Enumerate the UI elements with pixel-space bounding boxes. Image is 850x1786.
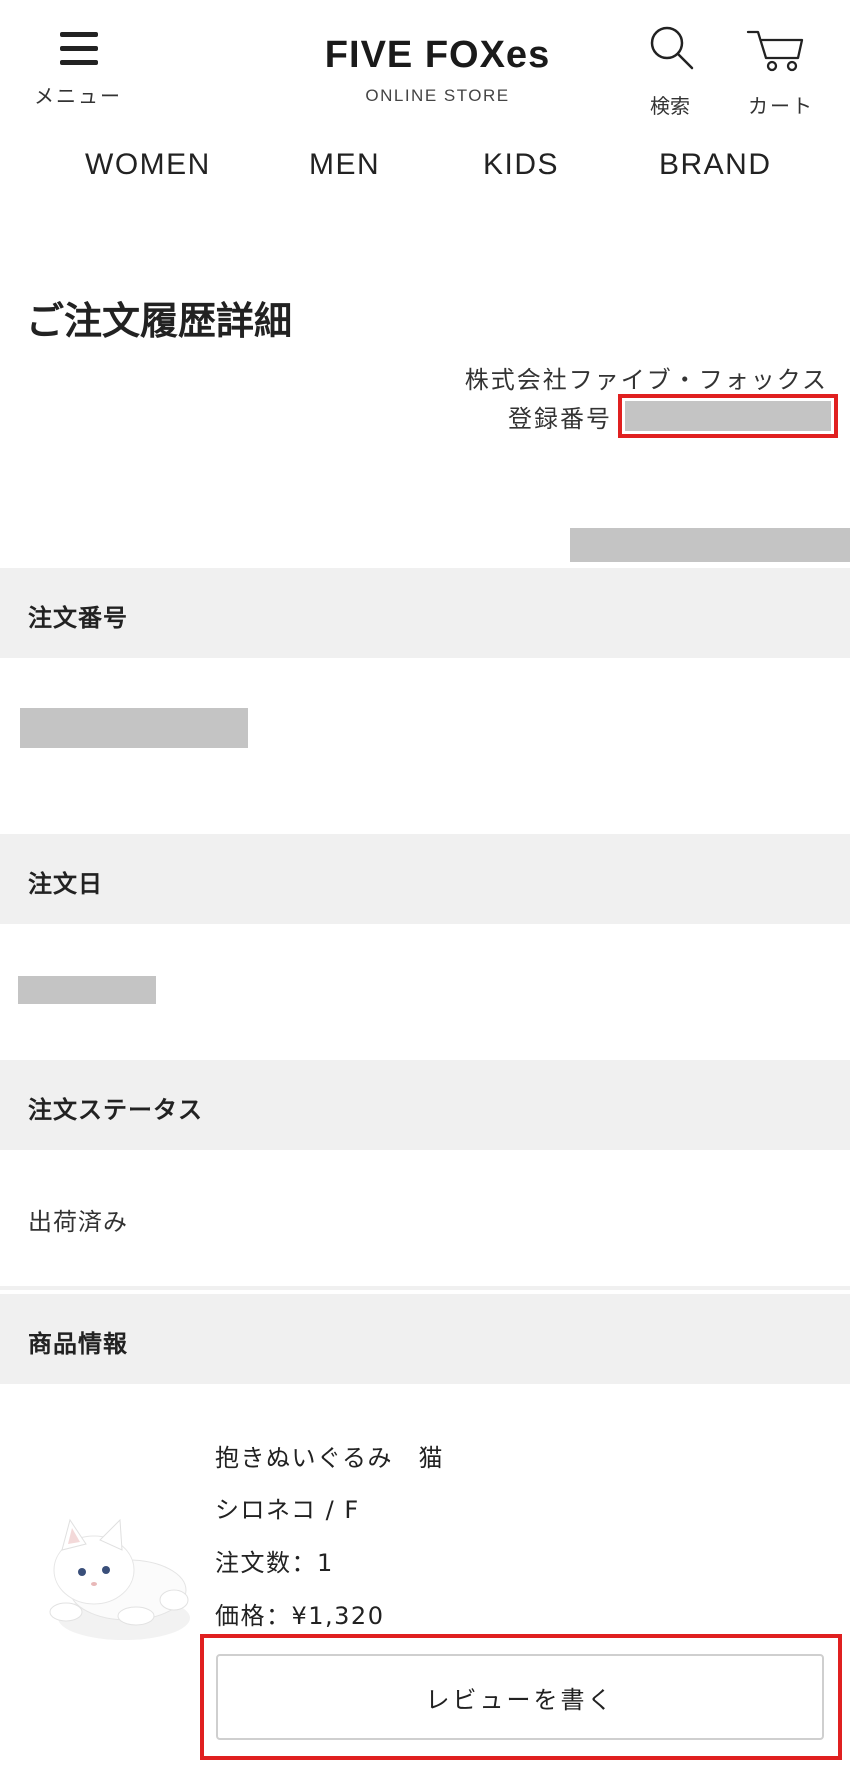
site-header: メニュー FIVE FOXes ONLINE STORE 検索 カート	[0, 0, 850, 130]
nav-item-women[interactable]: WOMEN	[85, 148, 211, 182]
product-info-header: 商品情報	[0, 1294, 850, 1384]
write-review-button[interactable]: レビューを書く	[216, 1654, 824, 1740]
order-number-heading: 注文番号	[28, 604, 128, 632]
menu-button[interactable]: メニュー	[28, 28, 128, 114]
search-button[interactable]: 検索	[630, 24, 710, 120]
search-icon	[650, 26, 694, 70]
order-status-value: 出荷済み	[28, 1208, 128, 1236]
company-name: 株式会社ファイブ・フォックス	[464, 366, 828, 394]
product-variant: シロネコ / F	[215, 1496, 360, 1524]
cat-plush-image	[49, 1518, 190, 1640]
product-info-heading: 商品情報	[28, 1330, 128, 1358]
product-name[interactable]: 抱きぬいぐるみ 猫	[215, 1438, 444, 1473]
order-number-redacted	[20, 708, 248, 748]
hamburger-icon	[60, 32, 98, 66]
logo-subtext: ONLINE STORE	[365, 86, 510, 105]
nav-item-kids[interactable]: KIDS	[483, 148, 559, 182]
divider	[0, 1286, 850, 1290]
product-image[interactable]	[24, 1440, 196, 1688]
search-label: 検索	[650, 94, 690, 118]
registration-row: 登録番号	[508, 394, 838, 438]
cart-icon	[746, 30, 804, 72]
cart-label: カート	[748, 94, 814, 118]
order-status-header: 注文ステータス	[0, 1060, 850, 1150]
page-title: ご注文履歴詳細	[26, 299, 293, 343]
registration-number-redacted	[625, 401, 831, 431]
nav-item-brand[interactable]: BRAND	[659, 148, 772, 182]
registration-number-highlight	[618, 394, 838, 438]
registration-label: 登録番号	[508, 404, 612, 433]
nav-item-men[interactable]: MEN	[309, 148, 380, 182]
order-date-heading: 注文日	[28, 870, 103, 898]
product-quantity: 注文数：1	[215, 1549, 334, 1577]
menu-label: メニュー	[34, 84, 122, 108]
order-number-header: 注文番号	[0, 568, 850, 658]
logo-text: FIVE FOXes	[324, 34, 551, 76]
category-nav: WOMEN MEN KIDS BRAND	[0, 148, 850, 198]
product-price: 価格：¥1,320	[215, 1602, 385, 1630]
site-logo[interactable]: FIVE FOXes ONLINE STORE	[300, 34, 575, 106]
order-date-header: 注文日	[0, 834, 850, 924]
order-status-heading: 注文ステータス	[28, 1096, 203, 1124]
order-date-redacted	[18, 976, 156, 1004]
redacted-block	[570, 528, 850, 562]
cart-button[interactable]: カート	[736, 26, 826, 122]
